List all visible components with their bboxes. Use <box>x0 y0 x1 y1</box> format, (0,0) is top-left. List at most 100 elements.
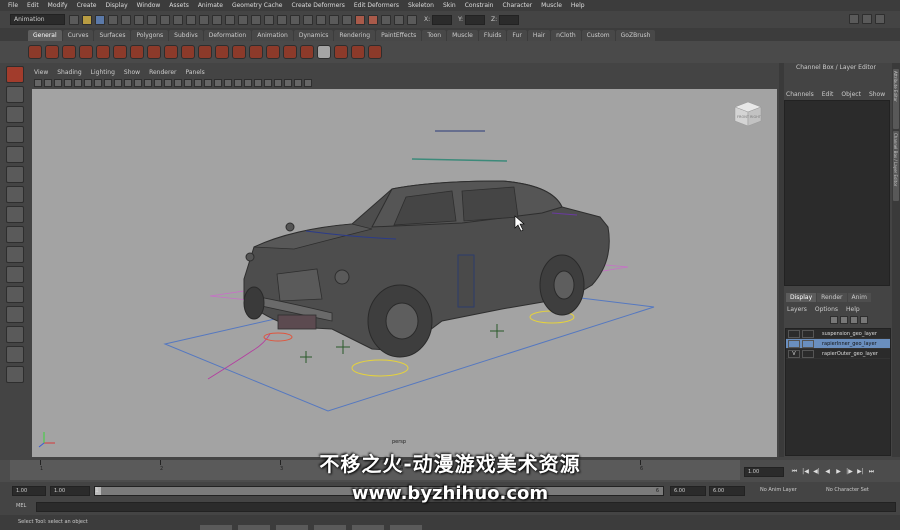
menu-modify[interactable]: Modify <box>48 2 68 9</box>
perspective-viewport[interactable]: FRONT RIGHT persp <box>32 89 777 457</box>
snap-plane-icon[interactable] <box>316 14 326 25</box>
safe-action-icon[interactable] <box>124 79 132 87</box>
step-forward-frame-icon[interactable]: |▶ <box>845 467 854 476</box>
shelf-tool-4-icon[interactable] <box>79 45 93 59</box>
shelf-tab-muscle[interactable]: Muscle <box>447 30 478 41</box>
shelf-tab-gozbrush[interactable]: GoZBrush <box>615 30 656 41</box>
layer-menu-layers[interactable]: Layers <box>787 306 807 313</box>
select-camera-icon[interactable] <box>34 79 42 87</box>
manipulator-tool-icon[interactable] <box>6 186 24 203</box>
panel-menu-view[interactable]: View <box>34 69 48 76</box>
menu-edit[interactable]: Edit <box>27 2 39 9</box>
camera-attributes-icon[interactable] <box>44 79 52 87</box>
x-field[interactable] <box>432 14 453 25</box>
shelf-tab-toon[interactable]: Toon <box>422 30 447 41</box>
go-to-start-icon[interactable]: ⏮ <box>790 467 799 476</box>
shelf-tool-11-icon[interactable] <box>198 45 212 59</box>
menu-create[interactable]: Create <box>77 2 97 9</box>
shelf-tab-ncloth[interactable]: nCloth <box>551 30 581 41</box>
single-perspective-layout-icon[interactable] <box>6 266 24 283</box>
step-back-frame-icon[interactable]: ◀| <box>812 467 821 476</box>
new-layer-from-selection-icon[interactable] <box>860 316 868 324</box>
range-slider-handle[interactable]: 1 <box>95 487 101 495</box>
last-tool-icon[interactable] <box>6 246 24 263</box>
menu-set-dropdown[interactable]: Animation <box>10 14 65 25</box>
shelf-tab-fluids[interactable]: Fluids <box>478 30 507 41</box>
panel-menu-panels[interactable]: Panels <box>185 69 204 76</box>
shelf-tool-13-icon[interactable] <box>232 45 246 59</box>
xray-icon[interactable] <box>204 79 212 87</box>
channel-menu-object[interactable]: Object <box>841 91 861 98</box>
save-scene-icon[interactable] <box>95 14 105 25</box>
select-component-icon[interactable] <box>134 14 144 25</box>
ipr-render-icon[interactable] <box>368 14 378 25</box>
panel-menu-lighting[interactable]: Lighting <box>91 69 115 76</box>
channel-menu-edit[interactable]: Edit <box>822 91 834 98</box>
layer-visibility-toggle[interactable] <box>788 329 800 338</box>
mel-label[interactable]: MEL <box>16 503 26 509</box>
wireframe-icon[interactable] <box>144 79 152 87</box>
menu-help[interactable]: Help <box>571 2 585 9</box>
four-view-layout-icon[interactable] <box>6 286 24 303</box>
hypershade-layout-icon[interactable] <box>6 346 24 363</box>
soft-mod-tool-icon[interactable] <box>6 206 24 223</box>
persp-outliner-layout-icon[interactable] <box>6 306 24 323</box>
shelf-tab-dynamics[interactable]: Dynamics <box>293 30 334 41</box>
view-cube-icon[interactable]: FRONT RIGHT <box>733 101 763 127</box>
layer-visibility-toggle[interactable] <box>788 339 800 348</box>
menu-assets[interactable]: Assets <box>169 2 189 9</box>
backface-culling-icon[interactable] <box>224 79 232 87</box>
mask-surfaces-icon[interactable] <box>186 14 196 25</box>
lasso-tool-icon[interactable] <box>6 86 24 103</box>
isolate-select-icon[interactable] <box>234 79 242 87</box>
layer-menu-help[interactable]: Help <box>846 306 860 313</box>
layer-row[interactable]: suspension_geo_layer <box>786 329 890 339</box>
frame-all-icon[interactable] <box>254 79 262 87</box>
layer-row[interactable]: rapierInner_geo_layer <box>786 339 890 349</box>
shelf-tab-fur[interactable]: Fur <box>507 30 527 41</box>
xray-joints-icon[interactable] <box>214 79 222 87</box>
shelf-tab-curves[interactable]: Curves <box>62 30 94 41</box>
taskbar-item[interactable] <box>238 525 270 530</box>
depth-of-field-icon[interactable] <box>304 79 312 87</box>
menu-animate[interactable]: Animate <box>198 2 223 9</box>
textured-icon[interactable] <box>174 79 182 87</box>
channel-menu-show[interactable]: Show <box>869 91 885 98</box>
motion-blur-icon[interactable] <box>284 79 292 87</box>
select-object-icon[interactable] <box>121 14 131 25</box>
mask-render-icon[interactable] <box>225 14 235 25</box>
grid-toggle-icon[interactable] <box>74 79 82 87</box>
image-plane-icon[interactable] <box>64 79 72 87</box>
shelf-tool-17-icon[interactable] <box>300 45 314 59</box>
move-layer-down-icon[interactable] <box>840 316 848 324</box>
taskbar-item[interactable] <box>276 525 308 530</box>
shelf-tool-2-icon[interactable] <box>45 45 59 59</box>
shelf-tool-21-icon[interactable] <box>368 45 382 59</box>
shelf-tab-deformation[interactable]: Deformation <box>203 30 252 41</box>
shelf-tab-surfaces[interactable]: Surfaces <box>94 30 131 41</box>
menu-file[interactable]: File <box>8 2 18 9</box>
shelf-tool-5-icon[interactable] <box>96 45 110 59</box>
ambient-occlusion-icon[interactable] <box>274 79 282 87</box>
mask-curves-icon[interactable] <box>173 14 183 25</box>
smooth-shade-icon[interactable] <box>154 79 162 87</box>
layer-menu-options[interactable]: Options <box>815 306 838 313</box>
snap-point-icon[interactable] <box>303 14 313 25</box>
z-field[interactable] <box>499 14 520 25</box>
open-scene-icon[interactable] <box>82 14 92 25</box>
shelf-tool-16-icon[interactable] <box>283 45 297 59</box>
shelf-tab-rendering[interactable]: Rendering <box>334 30 376 41</box>
persp-graph-layout-icon[interactable] <box>6 326 24 343</box>
resolution-gate-icon[interactable] <box>94 79 102 87</box>
layer-display-type-toggle[interactable] <box>802 349 814 358</box>
y-field[interactable] <box>465 14 486 25</box>
show-manipulator-icon[interactable] <box>6 226 24 243</box>
shelf-tool-6-icon[interactable] <box>113 45 127 59</box>
menu-create-deformers[interactable]: Create Deformers <box>291 2 344 9</box>
menu-geometry-cache[interactable]: Geometry Cache <box>232 2 282 9</box>
field-chart-icon[interactable] <box>114 79 122 87</box>
layer-tab-render[interactable]: Render <box>817 293 847 302</box>
taskbar-item[interactable] <box>200 525 232 530</box>
mask-joints-icon[interactable] <box>160 14 170 25</box>
shelf-tool-3-icon[interactable] <box>62 45 76 59</box>
